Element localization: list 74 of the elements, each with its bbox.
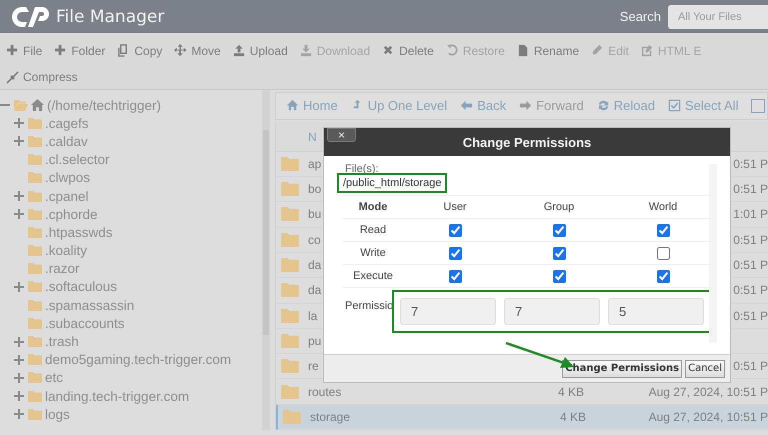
permission-label: Write: [343, 242, 403, 265]
file-size: 4 KB: [560, 410, 586, 424]
toolbar-button[interactable]: Rename: [516, 44, 580, 58]
permission-field[interactable]: 7: [400, 298, 496, 325]
file-date: Aug 27, 2024, 10:51 P: [648, 410, 768, 424]
file-name: bo: [308, 182, 322, 196]
toolbar-button[interactable]: Copy: [117, 44, 162, 58]
file-date: 0:51 P: [733, 359, 768, 374]
file-date: 0:51 P: [733, 283, 768, 298]
toolbar-button[interactable]: File: [6, 44, 42, 58]
file-name: ap: [308, 156, 322, 171]
file-size: 4 KB: [558, 384, 584, 399]
file-name: pu: [308, 334, 322, 348]
tree-item[interactable]: landing.tech-trigger.com: [45, 388, 190, 404]
tree-item[interactable]: (/home/techtrigger): [47, 98, 162, 113]
tree-item[interactable]: .trash: [45, 334, 79, 350]
search-label: Search: [620, 9, 661, 24]
toolbar-button[interactable]: Upload: [232, 44, 288, 58]
file-date: 0:51 P: [733, 232, 768, 247]
search-field[interactable]: All Your Files: [668, 4, 768, 28]
nav-button[interactable]: Home: [286, 98, 338, 114]
toolbar-button[interactable]: Compress: [6, 70, 78, 84]
file-name: co: [308, 232, 321, 247]
tree-item[interactable]: .cpanel: [45, 188, 89, 204]
file-name: da: [308, 258, 322, 272]
tree-item[interactable]: logs: [45, 406, 70, 422]
files-label: File(s):: [344, 164, 380, 173]
file-path: /public_html/storage: [337, 173, 448, 193]
permission-label: Read: [343, 219, 403, 242]
tree-item[interactable]: .razor: [45, 261, 80, 276]
file-date: 0:51 P: [733, 308, 768, 323]
tree-item[interactable]: .koality: [45, 243, 88, 258]
tree-item[interactable]: .subaccounts: [45, 316, 125, 331]
file-date: 1:01 P: [733, 207, 768, 222]
file-name: routes: [308, 384, 342, 399]
file-name: la: [308, 308, 318, 323]
column-header: Group: [507, 196, 611, 219]
toolbar-button[interactable]: Move: [174, 44, 221, 58]
permission-field[interactable]: 5: [608, 298, 704, 325]
tree-item[interactable]: .cphorde: [45, 206, 98, 222]
nav-button[interactable]: Back: [460, 98, 506, 114]
file-date: Aug 27, 2024, 10:51 P: [648, 384, 768, 399]
file-date: 0:51 P: [733, 156, 768, 171]
tree-item[interactable]: etc: [45, 370, 64, 386]
dialog-title: Change Permissions ×: [324, 128, 730, 156]
nav-button[interactable]: Reload: [596, 98, 655, 114]
close-button[interactable]: ×: [327, 128, 356, 142]
app-title: File Manager: [56, 6, 164, 26]
nav-button[interactable]: Up One Level: [350, 98, 448, 114]
tree-item[interactable]: .cagefs: [45, 116, 89, 131]
toolbar-button[interactable]: Folder: [54, 44, 106, 58]
file-row[interactable]: storage 4 KB Aug 27, 2024, 10:51 P: [276, 404, 768, 430]
tree-item[interactable]: demo5gaming.tech-trigger.com: [45, 352, 232, 368]
permission-field[interactable]: 7: [504, 298, 600, 325]
tree-item[interactable]: .spamassassin: [45, 298, 134, 313]
permission-label: Permissio: [344, 299, 392, 312]
tree-item[interactable]: .clwpos: [45, 170, 90, 186]
file-date: 0:51 P: [733, 258, 768, 272]
file-name: storage: [310, 410, 350, 424]
nav-button[interactable]: Select All: [668, 98, 738, 114]
toolbar-button[interactable]: Delete: [382, 44, 434, 58]
file-name: bu: [308, 207, 322, 222]
column-header: Mode: [343, 196, 403, 219]
file-date: 0:51 P: [733, 182, 768, 196]
tree-item[interactable]: .caldav: [45, 134, 88, 149]
tree-item[interactable]: .softaculous: [45, 279, 118, 294]
dialog-button[interactable]: Cancel: [685, 360, 725, 378]
column-header[interactable]: N: [308, 130, 317, 144]
tree-item[interactable]: .cl.selector: [45, 152, 110, 168]
column-header: User: [403, 196, 507, 219]
file-name: da: [308, 283, 322, 298]
tree-item[interactable]: .htpasswds: [45, 224, 113, 240]
permission-label: Execute: [343, 265, 403, 288]
file-name: re: [308, 359, 319, 374]
